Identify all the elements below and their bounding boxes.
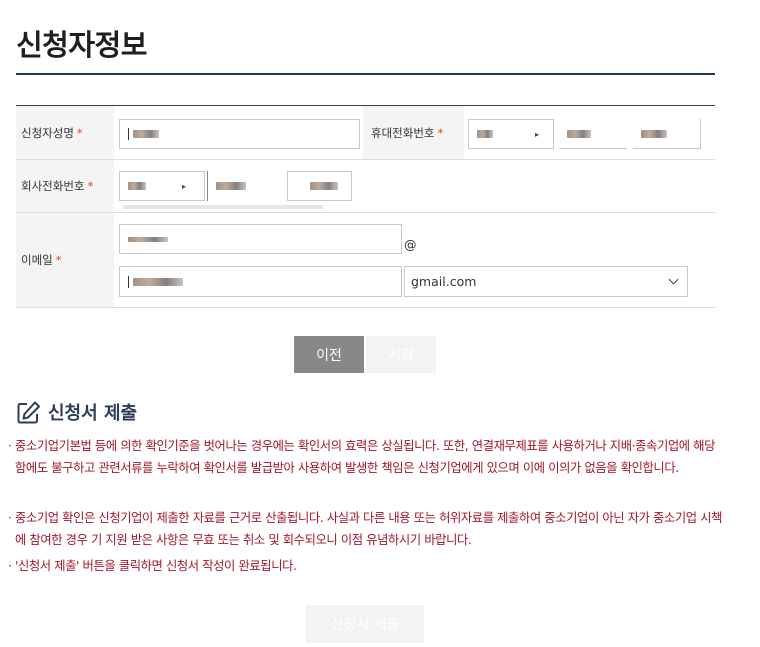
page-title: 신청자정보: [16, 28, 147, 62]
email-domain-selected: gmail.com: [411, 274, 477, 289]
redacted-value: [216, 182, 246, 190]
required-mark: *: [55, 253, 62, 267]
mobile-label-text: 휴대전화번호: [371, 125, 435, 140]
form-row-name: 신청자성명 * 휴대전화번호 * ▸: [16, 106, 715, 160]
company-phone-middle-input[interactable]: [207, 171, 287, 201]
dropdown-arrow-icon: ▸: [535, 129, 540, 139]
edit-icon: [17, 401, 40, 423]
redacted-value: [641, 129, 667, 138]
required-mark: *: [76, 125, 83, 140]
dropdown-arrow-icon: ▸: [182, 181, 187, 191]
email-id-input[interactable]: [119, 224, 402, 254]
prev-button[interactable]: 이전: [294, 336, 364, 373]
redacted-value: [310, 182, 338, 190]
mobile-prefix-select[interactable]: ▸: [468, 119, 554, 149]
bullet: ·: [8, 559, 12, 573]
redacted-value: [567, 129, 591, 138]
mobile-last-input[interactable]: [633, 119, 701, 149]
section-title: 신청서 제출: [48, 403, 138, 424]
submit-section-header: 신청서 제출: [16, 399, 137, 425]
redacted-value: [477, 130, 493, 138]
bullet: ·: [8, 511, 12, 525]
name-label: 신청자성명 *: [16, 106, 114, 159]
redacted-value: [128, 236, 168, 242]
notice-text: '신청서 제출' 버튼을 클릭하면 신청서 작성이 완료됩니다.: [15, 559, 297, 573]
company-phone-last-input[interactable]: [287, 171, 352, 201]
email-label: 이메일 *: [16, 213, 114, 307]
required-mark: *: [437, 125, 444, 140]
submit-application-button[interactable]: 신청서 제출: [306, 605, 424, 643]
applicant-form: 신청자성명 * 휴대전화번호 * ▸ 회사전화번호 * ▸ 이메일 * @ gm…: [16, 105, 715, 308]
notice-text: 중소기업기본법 등에 의한 확인기준을 벗어나는 경우에는 확인서의 효력은 상…: [15, 439, 716, 475]
email-label-text: 이메일: [21, 253, 53, 267]
form-row-email: 이메일 * @ gmail.com: [16, 213, 715, 308]
form-row-company-phone: 회사전화번호 * ▸: [16, 160, 715, 213]
redacted-value: [133, 130, 159, 138]
redacted-value: [133, 277, 183, 286]
name-label-text: 신청자성명: [21, 125, 74, 140]
mobile-middle-input[interactable]: [559, 119, 627, 149]
notice-item: · '신청서 제출' 버튼을 클릭하면 신청서 작성이 완료됩니다.: [8, 555, 723, 577]
notice-item: · 중소기업 확인은 신청기업이 제출한 자료를 근거로 산출됩니다. 사실과 다…: [8, 507, 723, 551]
redacted-value: [128, 182, 146, 190]
title-divider: [16, 73, 715, 75]
bullet: ·: [8, 439, 12, 453]
email-domain-select[interactable]: gmail.com: [404, 266, 688, 297]
chevron-down-icon: [668, 274, 679, 285]
overlay-strip: [123, 205, 323, 209]
notice-item: · 중소기업기본법 등에 의한 확인기준을 벗어나는 경우에는 확인서의 효력은 …: [8, 435, 723, 479]
name-input[interactable]: [119, 119, 360, 149]
email-at-sign: @: [404, 237, 417, 252]
email-domain-input[interactable]: [119, 266, 402, 297]
save-button[interactable]: 저장: [366, 336, 436, 373]
company-phone-label-text: 회사전화번호: [21, 179, 85, 193]
required-mark: *: [87, 179, 94, 193]
mobile-label: 휴대전화번호 *: [363, 106, 464, 159]
notice-text: 중소기업 확인은 신청기업이 제출한 자료를 근거로 산출됩니다. 사실과 다른…: [15, 511, 723, 547]
company-phone-label: 회사전화번호 *: [16, 160, 114, 212]
text-cursor: [128, 128, 129, 140]
text-cursor: [128, 275, 129, 288]
company-phone-prefix-select[interactable]: ▸: [119, 171, 205, 201]
